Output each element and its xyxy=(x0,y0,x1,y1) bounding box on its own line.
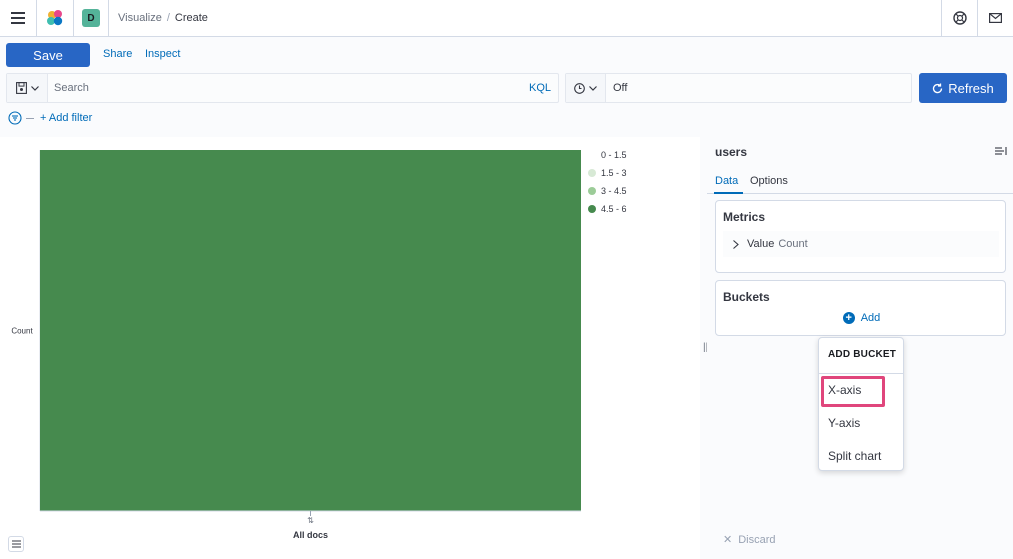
query-bar: Search KQL xyxy=(6,73,559,103)
discard-button[interactable]: ✕ Discard xyxy=(723,533,776,547)
collapse-sidebar-icon[interactable] xyxy=(995,146,1007,156)
popover-title: ADD BUCKET xyxy=(828,349,897,360)
space-switcher[interactable]: D xyxy=(74,0,108,36)
chart-legend: 0 - 1.5 1.5 - 3 3 - 4.5 4.5 - 6 xyxy=(588,146,627,218)
metric-aggregation: Count xyxy=(778,238,808,250)
legend-toggle-button[interactable] xyxy=(8,536,24,552)
menu-item-split-chart[interactable]: Split chart xyxy=(828,449,881,463)
buckets-title: Buckets xyxy=(723,290,770,304)
time-picker: Off xyxy=(565,73,912,103)
legend-item[interactable]: 0 - 1.5 xyxy=(588,146,627,164)
breadcrumb-separator: / xyxy=(166,12,170,24)
breadcrumb: Visualize / Create xyxy=(118,0,208,36)
legend-label: 3 - 4.5 xyxy=(601,186,627,196)
popover-divider xyxy=(819,373,903,374)
y-axis-label: Count xyxy=(11,327,33,336)
tab-active-indicator xyxy=(714,192,743,194)
metrics-title: Metrics xyxy=(723,210,766,224)
buckets-panel: Buckets + Add xyxy=(715,280,1006,336)
clock-icon xyxy=(574,82,585,94)
saved-query-button[interactable] xyxy=(7,74,48,102)
legend-item[interactable]: 3 - 4.5 xyxy=(588,182,627,200)
metric-label: Value xyxy=(747,238,775,250)
newsfeed-button[interactable] xyxy=(978,0,1013,36)
filter-bar: + Add filter xyxy=(8,110,92,126)
index-pattern-title: users xyxy=(715,145,748,159)
hamburger-icon xyxy=(11,12,25,24)
add-bucket-button[interactable]: + Add xyxy=(716,312,1007,324)
menu-button[interactable] xyxy=(0,0,36,36)
heatmap-cell[interactable] xyxy=(40,150,581,511)
tab-options[interactable]: Options xyxy=(750,175,788,187)
filter-divider xyxy=(26,117,34,119)
save-button[interactable]: Save xyxy=(6,43,90,67)
metric-value-count[interactable]: Value Count xyxy=(723,231,999,257)
x-tick-label: All docs xyxy=(293,530,328,540)
refresh-button[interactable]: Refresh xyxy=(919,73,1007,103)
chevron-right-icon xyxy=(733,239,739,249)
filter-options-icon[interactable] xyxy=(8,111,22,125)
chevron-down-icon xyxy=(30,85,39,91)
list-icon xyxy=(11,540,21,548)
close-icon: ✕ xyxy=(723,534,733,546)
chevron-down-icon xyxy=(589,85,597,91)
share-link[interactable]: Share xyxy=(103,48,132,60)
menu-item-y-axis[interactable]: Y-axis xyxy=(828,416,860,430)
quick-select-button[interactable] xyxy=(566,74,606,102)
metrics-panel: Metrics Value Count xyxy=(715,200,1006,273)
legend-item[interactable]: 1.5 - 3 xyxy=(588,164,627,182)
legend-item[interactable]: 4.5 - 6 xyxy=(588,200,627,218)
legend-label: 1.5 - 3 xyxy=(601,168,627,178)
tab-data[interactable]: Data xyxy=(715,175,738,187)
sidebar-tabs: Data Options xyxy=(707,172,1013,194)
legend-color-dot xyxy=(588,187,596,195)
help-button[interactable] xyxy=(942,0,977,36)
legend-color-dot xyxy=(588,151,596,159)
elastic-logo-icon xyxy=(47,10,63,26)
breadcrumb-create: Create xyxy=(174,12,208,24)
mail-icon xyxy=(989,13,1002,23)
x-axis-highlight-box xyxy=(821,376,885,407)
legend-label: 0 - 1.5 xyxy=(601,150,627,160)
discard-label: Discard xyxy=(738,533,776,546)
top-header: D Visualize / Create xyxy=(0,0,1013,37)
help-lifebuoy-icon xyxy=(952,11,967,25)
refresh-interval-value[interactable]: Off xyxy=(613,82,627,94)
add-bucket-label: Add xyxy=(860,312,881,324)
legend-color-dot xyxy=(588,169,596,177)
breadcrumb-visualize[interactable]: Visualize xyxy=(118,12,162,24)
space-avatar: D xyxy=(82,9,100,27)
saved-query-icon xyxy=(15,82,27,94)
add-filter-button[interactable]: + Add filter xyxy=(40,112,92,124)
refresh-label: Refresh xyxy=(948,80,994,96)
search-input[interactable]: Search xyxy=(54,82,89,94)
refresh-icon xyxy=(933,83,943,93)
legend-label: 4.5 - 6 xyxy=(601,204,627,214)
inspect-link[interactable]: Inspect xyxy=(145,48,180,60)
plus-circle-icon: + xyxy=(842,312,855,324)
filter-icon[interactable]: ⇅ xyxy=(307,516,314,525)
kql-toggle[interactable]: KQL xyxy=(529,82,551,94)
home-logo[interactable] xyxy=(37,0,73,36)
legend-color-dot xyxy=(588,205,596,213)
